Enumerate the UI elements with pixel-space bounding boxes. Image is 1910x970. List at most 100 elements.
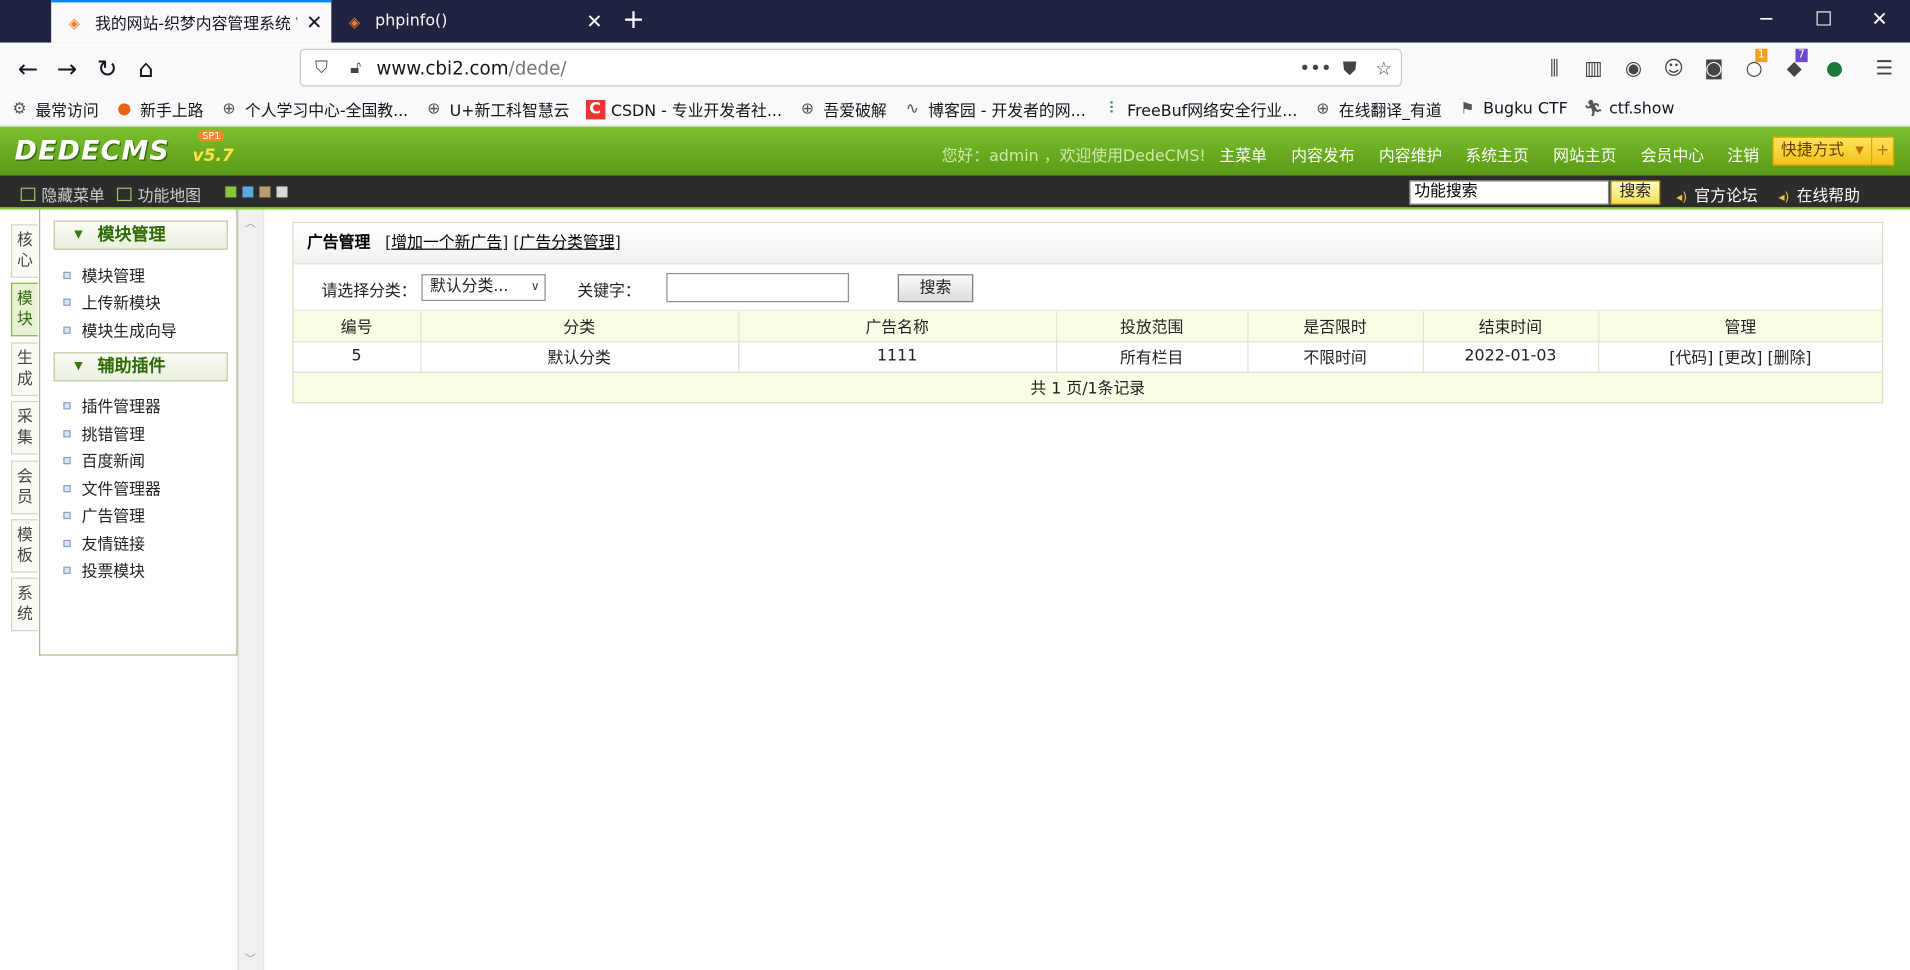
code-link[interactable]: [代码] <box>1669 350 1713 368</box>
official-forum-link[interactable]: ◂) 官方论坛 <box>1676 183 1758 206</box>
side-tab-system[interactable]: 系 统 <box>10 577 38 632</box>
nav-content-maintain[interactable]: 内容维护 <box>1379 143 1442 165</box>
scroll-up-icon[interactable]: ︿ <box>245 214 256 230</box>
url-bar[interactable]: ⛉ 🔓︎ www.cbi2.com/dede/ ••• ⛊ ☆ <box>299 48 1403 87</box>
maximize-icon[interactable]: ☐ <box>1811 7 1835 30</box>
side-tab-collect[interactable]: 采 集 <box>10 400 38 455</box>
function-map-button[interactable]: 功能地图 <box>116 183 201 206</box>
hide-menu-icon <box>20 187 36 202</box>
reload-icon[interactable]: ↻ <box>89 50 126 87</box>
new-tab-icon[interactable]: + <box>619 5 648 35</box>
skin-swatch-brown[interactable] <box>259 186 271 198</box>
extension-diamond-icon[interactable]: ◆ 7 <box>1781 48 1808 82</box>
delete-link[interactable]: [删除] <box>1767 350 1811 368</box>
menu-item-module-manage[interactable]: 模块管理 <box>63 263 145 286</box>
bookmark-item[interactable]: ⫶ FreeBuf网络安全行业... <box>1102 97 1297 120</box>
side-tab-generate[interactable]: 生 成 <box>10 342 38 397</box>
extension-green-icon[interactable]: ● <box>1821 55 1848 82</box>
sidebar-icon[interactable]: ▥ <box>1580 55 1607 82</box>
shield-icon[interactable]: ⛉ <box>308 58 335 77</box>
forward-icon[interactable]: → <box>49 50 86 87</box>
close-tab-icon[interactable]: ✕ <box>577 10 611 33</box>
nav-main-menu[interactable]: 主菜单 <box>1219 143 1267 165</box>
bookmark-item[interactable]: ⊕ U+新工科智慧云 <box>424 97 569 120</box>
menu-scrollbar[interactable]: ︿ ﹀ <box>237 209 265 970</box>
nav-member-center[interactable]: 会员中心 <box>1641 143 1704 165</box>
add-shortcut-icon[interactable]: + <box>1871 137 1893 165</box>
menu-item-file-manager[interactable]: 文件管理器 <box>63 476 161 500</box>
extension-mask-icon[interactable]: ◙ <box>1700 55 1727 82</box>
bookmark-item[interactable]: ⚑ Bugku CTF <box>1458 99 1567 118</box>
sub-toolbar: 隐藏菜单 功能地图 功能搜索 搜索 ◂) 官方论坛 ◂) 在线帮助 <box>0 175 1910 210</box>
menu-group-modules[interactable]: ▼ 模块管理 <box>53 220 228 250</box>
cms-header: DEDECMS SP1 v5.7 您好：admin ，欢迎使用DedeCMS! … <box>0 126 1910 176</box>
side-tab-templates[interactable]: 模 板 <box>10 519 38 573</box>
bookmark-item[interactable]: ⊕ 吾爱破解 <box>798 97 887 120</box>
bookmark-item[interactable]: ⊕ 在线翻译_有道 <box>1313 97 1441 120</box>
category-label: 请选择分类： <box>321 282 417 301</box>
function-search-button[interactable]: 搜索 <box>1610 180 1661 205</box>
menu-item-vote-module[interactable]: 投票模块 <box>63 558 145 581</box>
bookmark-item[interactable]: ⚙ 最常访问 <box>10 97 98 120</box>
window-close-icon[interactable]: ✕ <box>1867 7 1891 30</box>
speaker-icon: ◂) <box>1778 191 1790 205</box>
keyword-input[interactable] <box>666 272 850 303</box>
bookmark-item[interactable]: ⊕ 个人学习中心-全国教... <box>219 97 408 120</box>
menu-item-upload-module[interactable]: 上传新模块 <box>63 290 161 313</box>
url-text[interactable]: www.cbi2.com/dede/ <box>369 57 1298 79</box>
nav-content-publish[interactable]: 内容发布 <box>1291 143 1354 165</box>
ad-category-link[interactable]: 广告分类管理 <box>520 234 615 252</box>
edit-link[interactable]: [更改] <box>1718 350 1762 368</box>
extension-ring-icon[interactable]: ○ 1 <box>1741 48 1768 82</box>
bookmark-item[interactable]: C CSDN - 专业开发者社... <box>585 97 782 121</box>
bookmark-label: 吾爱破解 <box>823 102 887 121</box>
side-tab-core[interactable]: 核 心 <box>10 224 38 278</box>
menu-icon[interactable]: ☰ <box>1871 55 1898 82</box>
menu-item-error-report[interactable]: 挑错管理 <box>63 422 145 445</box>
hide-menu-button[interactable]: 隐藏菜单 <box>20 183 105 206</box>
menu-item-plugin-manager[interactable]: 插件管理器 <box>63 394 161 417</box>
menu-item-ad-manage[interactable]: 广告管理 <box>63 503 145 526</box>
category-select[interactable]: 默认分类... ∨ <box>421 274 546 301</box>
bookmark-item[interactable]: ∿ 博客园 - 开发者的网... <box>903 97 1086 120</box>
home-icon[interactable]: ⌂ <box>128 50 165 87</box>
menu-item-module-wizard[interactable]: 模块生成向导 <box>63 318 177 341</box>
welcome-text: 您好：admin ，欢迎使用DedeCMS! <box>941 147 1206 166</box>
close-tab-icon[interactable]: ✕ <box>297 11 331 34</box>
menu-item-label: 友情链接 <box>81 536 145 555</box>
nav-site-home[interactable]: 网站主页 <box>1553 143 1616 165</box>
library-icon[interactable]: ⫼ <box>1541 55 1568 82</box>
menu-item-friend-links[interactable]: 友情链接 <box>63 531 145 554</box>
insecure-lock-icon[interactable]: 🔓︎ <box>342 58 369 77</box>
skin-swatch-blue[interactable] <box>242 186 254 198</box>
back-icon[interactable]: ← <box>10 50 47 87</box>
side-tab-members[interactable]: 会 员 <box>10 460 38 515</box>
menu-item-baidu-news[interactable]: 百度新闻 <box>63 448 145 472</box>
tab-dedecms[interactable]: ◈ 我的网站-织梦内容管理系统 V5 ✕ <box>51 0 332 43</box>
more-actions-icon[interactable]: ••• <box>1299 57 1333 79</box>
side-tab-modules[interactable]: 模 块 <box>10 282 38 337</box>
extension-face-icon[interactable]: ☺ <box>1660 55 1687 82</box>
tab-phpinfo[interactable]: ◈ phpinfo() ✕ <box>331 0 611 43</box>
bookmark-star-icon[interactable]: ☆ <box>1367 57 1401 79</box>
pocket-icon[interactable]: ⛊ <box>1333 57 1367 79</box>
minimize-icon[interactable]: ─ <box>1754 7 1778 30</box>
nav-logout[interactable]: 注销 <box>1727 143 1759 165</box>
online-help-link[interactable]: ◂) 在线帮助 <box>1778 183 1860 206</box>
skin-swatch-green[interactable] <box>225 186 237 198</box>
bookmark-item[interactable]: ● 新手上路 <box>115 97 203 120</box>
search-button[interactable]: 搜索 <box>897 274 974 303</box>
nav-system-home[interactable]: 系统主页 <box>1465 143 1528 165</box>
side-tab-label: 会 员 <box>17 467 33 507</box>
menu-item-label: 挑错管理 <box>81 426 145 445</box>
tab-title: phpinfo() <box>375 12 448 31</box>
scroll-down-icon[interactable]: ﹀ <box>245 951 256 966</box>
account-icon[interactable]: ◉ <box>1620 55 1647 82</box>
add-ad-link[interactable]: 增加一个新广告 <box>391 234 502 252</box>
skin-swatch-gray[interactable] <box>276 186 288 198</box>
function-search-input[interactable]: 功能搜索 <box>1409 180 1610 205</box>
bookmark-item[interactable]: 🏃︎ ctf.show <box>1584 99 1675 118</box>
menu-group-plugins[interactable]: ▼ 辅助插件 <box>53 352 228 382</box>
bookmark-label: CSDN - 专业开发者社... <box>610 102 782 121</box>
quick-menu-button[interactable]: 快捷方式 ▼ + <box>1772 136 1895 166</box>
